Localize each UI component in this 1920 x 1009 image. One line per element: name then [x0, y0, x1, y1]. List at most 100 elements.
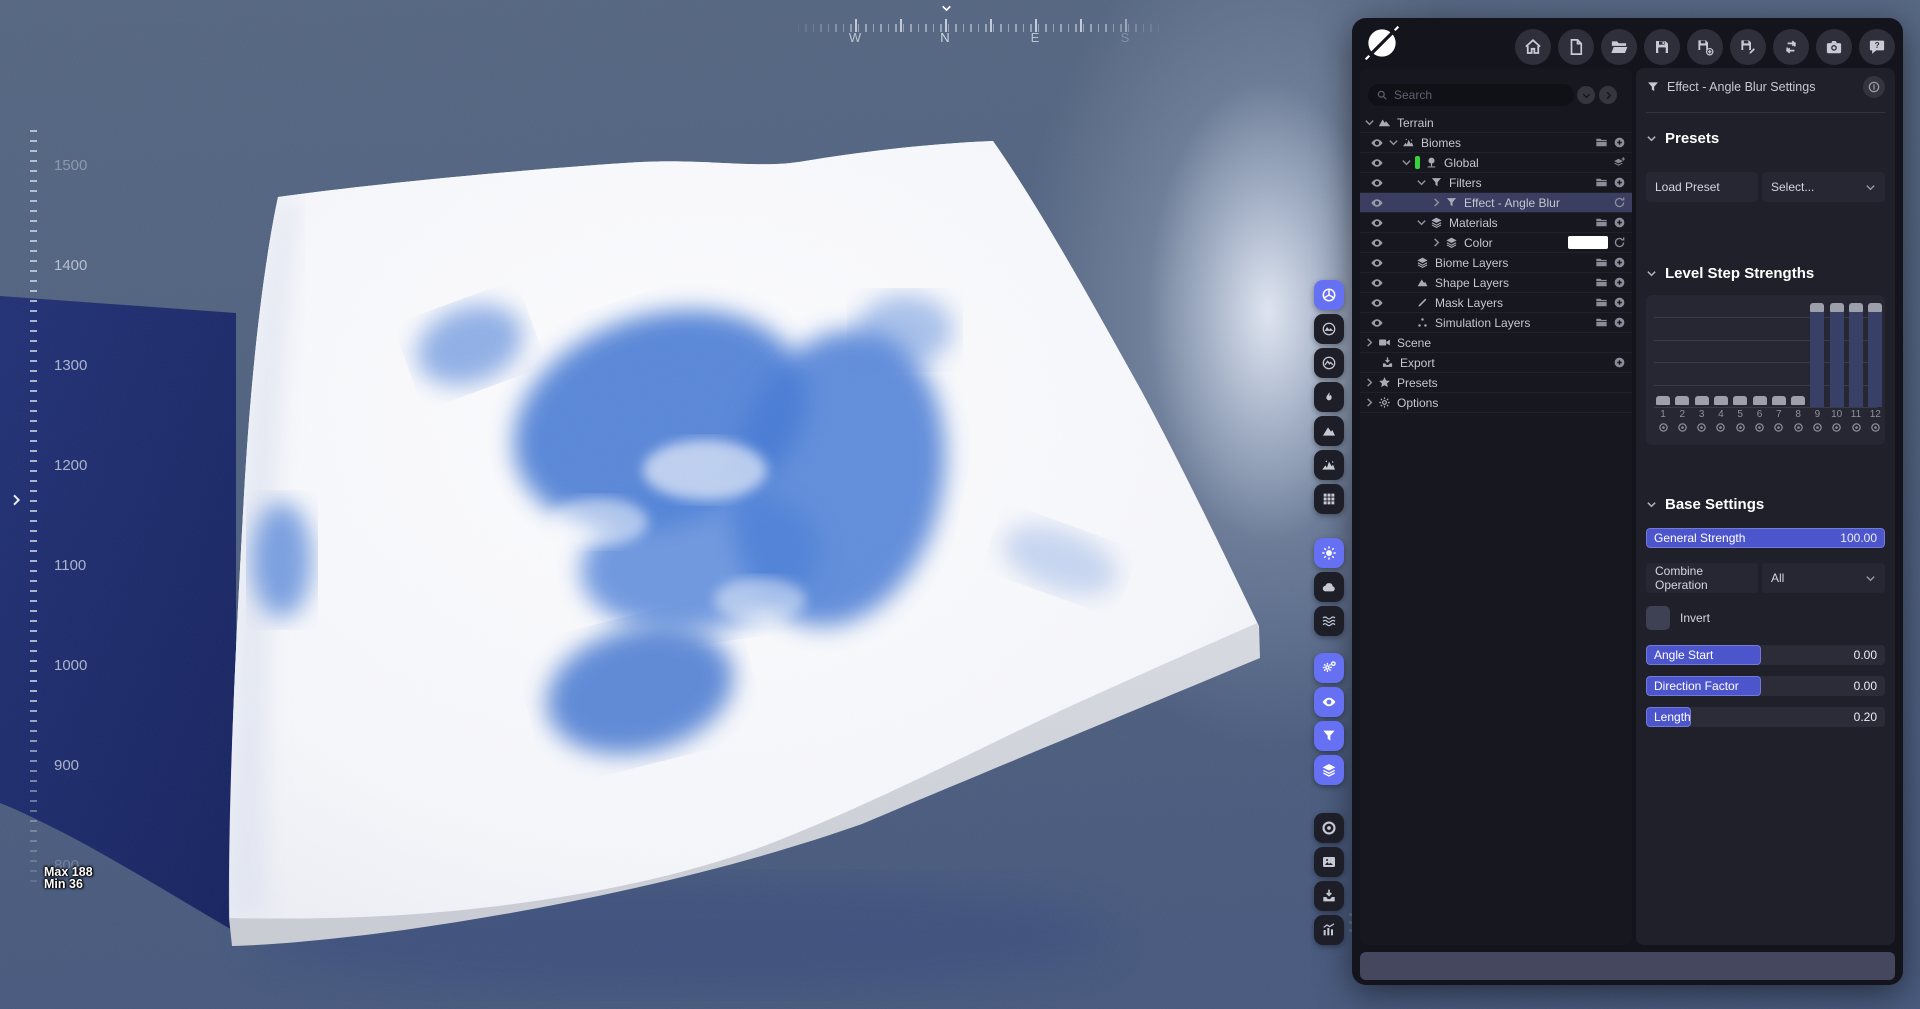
level-slider-handle[interactable]: [1868, 303, 1882, 312]
chevron-down-icon[interactable]: [1364, 117, 1375, 128]
save-edit-button[interactable]: [1730, 29, 1766, 65]
open-folder-button[interactable]: [1601, 29, 1637, 65]
search-input[interactable]: Search: [1368, 84, 1574, 106]
level-step-eye-icon[interactable]: [1810, 422, 1824, 436]
plus-icon[interactable]: [1613, 256, 1626, 269]
tree-row-options[interactable]: Options: [1360, 393, 1632, 413]
help-button[interactable]: ?: [1859, 29, 1895, 65]
folder-icon[interactable]: [1595, 296, 1608, 309]
visibility-eye-icon[interactable]: [1370, 196, 1386, 210]
level-step-eye-icon[interactable]: [1849, 422, 1863, 436]
collapse-all-button[interactable]: [1577, 86, 1595, 104]
level-slider-handle[interactable]: [1656, 396, 1670, 405]
plus-icon[interactable]: [1613, 216, 1626, 229]
presets-section-header[interactable]: Presets: [1646, 130, 1719, 147]
level-slider-handle[interactable]: [1830, 303, 1844, 312]
level-step-eye-icon[interactable]: [1791, 422, 1805, 436]
save-add-button[interactable]: [1687, 29, 1723, 65]
chevron-down-icon[interactable]: [1416, 177, 1427, 188]
plus-icon[interactable]: [1613, 136, 1626, 149]
level-step-eye-icon[interactable]: [1675, 422, 1689, 436]
screenshot-button[interactable]: [1816, 29, 1852, 65]
slider-direction-factor[interactable]: Direction Factor 0.00: [1646, 676, 1885, 696]
chevron-right-icon[interactable]: [1431, 237, 1442, 248]
combine-operation-select[interactable]: All: [1762, 563, 1885, 593]
tree-row-color[interactable]: Color: [1360, 233, 1632, 253]
home-button[interactable]: [1515, 29, 1551, 65]
mountain-button[interactable]: [1314, 416, 1344, 446]
panel-drag-handle[interactable]: [1349, 908, 1352, 937]
level-slider-handle[interactable]: [1733, 396, 1747, 405]
folder-icon[interactable]: [1595, 316, 1608, 329]
chevron-down-icon[interactable]: [1388, 137, 1399, 148]
invert-checkbox[interactable]: [1646, 606, 1670, 630]
level-slider-handle[interactable]: [1714, 396, 1728, 405]
visibility-eye-icon[interactable]: [1370, 216, 1386, 230]
slider-general-strength[interactable]: General Strength 100.00: [1646, 528, 1885, 548]
level-step-eye-icon[interactable]: [1733, 422, 1747, 436]
level-slider-handle[interactable]: [1849, 303, 1863, 312]
gears-button[interactable]: [1314, 653, 1344, 683]
sync-button[interactable]: [1773, 29, 1809, 65]
save-button[interactable]: [1644, 29, 1680, 65]
slider-angle-start[interactable]: Angle Start 0.00: [1646, 645, 1885, 665]
visibility-eye-icon[interactable]: [1370, 136, 1386, 150]
plus-icon[interactable]: [1613, 276, 1626, 289]
compass[interactable]: WNES: [790, 6, 1170, 52]
tree-row-biome-layers[interactable]: Biome Layers: [1360, 253, 1632, 273]
layers-plus-icon[interactable]: [1613, 156, 1626, 169]
new-file-button[interactable]: [1558, 29, 1594, 65]
folder-icon[interactable]: [1595, 176, 1608, 189]
folder-icon[interactable]: [1595, 276, 1608, 289]
chevron-down-icon[interactable]: [1401, 157, 1412, 168]
plus-icon[interactable]: [1613, 356, 1626, 369]
tree-row-export[interactable]: Export: [1360, 353, 1632, 373]
tree-row-terrain[interactable]: Terrain: [1360, 113, 1632, 133]
stats-button[interactable]: [1314, 915, 1344, 945]
tree-row-scene[interactable]: Scene: [1360, 333, 1632, 353]
visibility-eye-icon[interactable]: [1370, 296, 1386, 310]
cloud-button[interactable]: [1314, 572, 1344, 602]
level-step-eye-icon[interactable]: [1695, 422, 1709, 436]
tree-row-presets[interactable]: Presets: [1360, 373, 1632, 393]
plus-icon[interactable]: [1613, 296, 1626, 309]
level-step-eye-icon[interactable]: [1830, 422, 1844, 436]
eye-button[interactable]: [1314, 687, 1344, 717]
flame-button[interactable]: [1314, 382, 1344, 412]
folder-icon[interactable]: [1595, 216, 1608, 229]
funnel-button[interactable]: [1314, 721, 1344, 751]
image-button[interactable]: [1314, 847, 1344, 877]
wheel-button[interactable]: [1314, 280, 1344, 310]
chevron-right-icon[interactable]: [1364, 377, 1375, 388]
tree-row-simulation-layers[interactable]: Simulation Layers: [1360, 313, 1632, 333]
chevron-down-icon[interactable]: [1416, 217, 1427, 228]
preset-select[interactable]: Select...: [1762, 172, 1885, 202]
visibility-eye-icon[interactable]: [1370, 156, 1386, 170]
terrain-ring-button[interactable]: [1314, 348, 1344, 378]
left-panel-expander[interactable]: [8, 492, 24, 508]
tree-row-biomes[interactable]: Biomes: [1360, 133, 1632, 153]
slider-length[interactable]: Length 0.20: [1646, 707, 1885, 727]
rocks-button[interactable]: [1314, 450, 1344, 480]
color-swatch[interactable]: [1568, 236, 1608, 249]
level-step-eye-icon[interactable]: [1772, 422, 1786, 436]
level-slider-handle[interactable]: [1695, 396, 1709, 405]
level-slider-handle[interactable]: [1772, 396, 1786, 405]
grid-button[interactable]: [1314, 484, 1344, 514]
visibility-eye-icon[interactable]: [1370, 276, 1386, 290]
record-button[interactable]: [1314, 813, 1344, 843]
chevron-right-icon[interactable]: [1364, 397, 1375, 408]
tree-row-filters[interactable]: Filters: [1360, 173, 1632, 193]
tree-row-shape-layers[interactable]: Shape Layers: [1360, 273, 1632, 293]
visibility-eye-icon[interactable]: [1370, 176, 1386, 190]
plus-icon[interactable]: [1613, 316, 1626, 329]
folder-icon[interactable]: [1595, 136, 1608, 149]
base-settings-section-header[interactable]: Base Settings: [1646, 496, 1764, 513]
layers-button[interactable]: [1314, 755, 1344, 785]
visibility-eye-icon[interactable]: [1370, 316, 1386, 330]
tree-row-materials[interactable]: Materials: [1360, 213, 1632, 233]
tree-row-mask-layers[interactable]: Mask Layers: [1360, 293, 1632, 313]
chevron-right-icon[interactable]: [1431, 197, 1442, 208]
level-step-eye-icon[interactable]: [1753, 422, 1767, 436]
waves-button[interactable]: [1314, 606, 1344, 636]
